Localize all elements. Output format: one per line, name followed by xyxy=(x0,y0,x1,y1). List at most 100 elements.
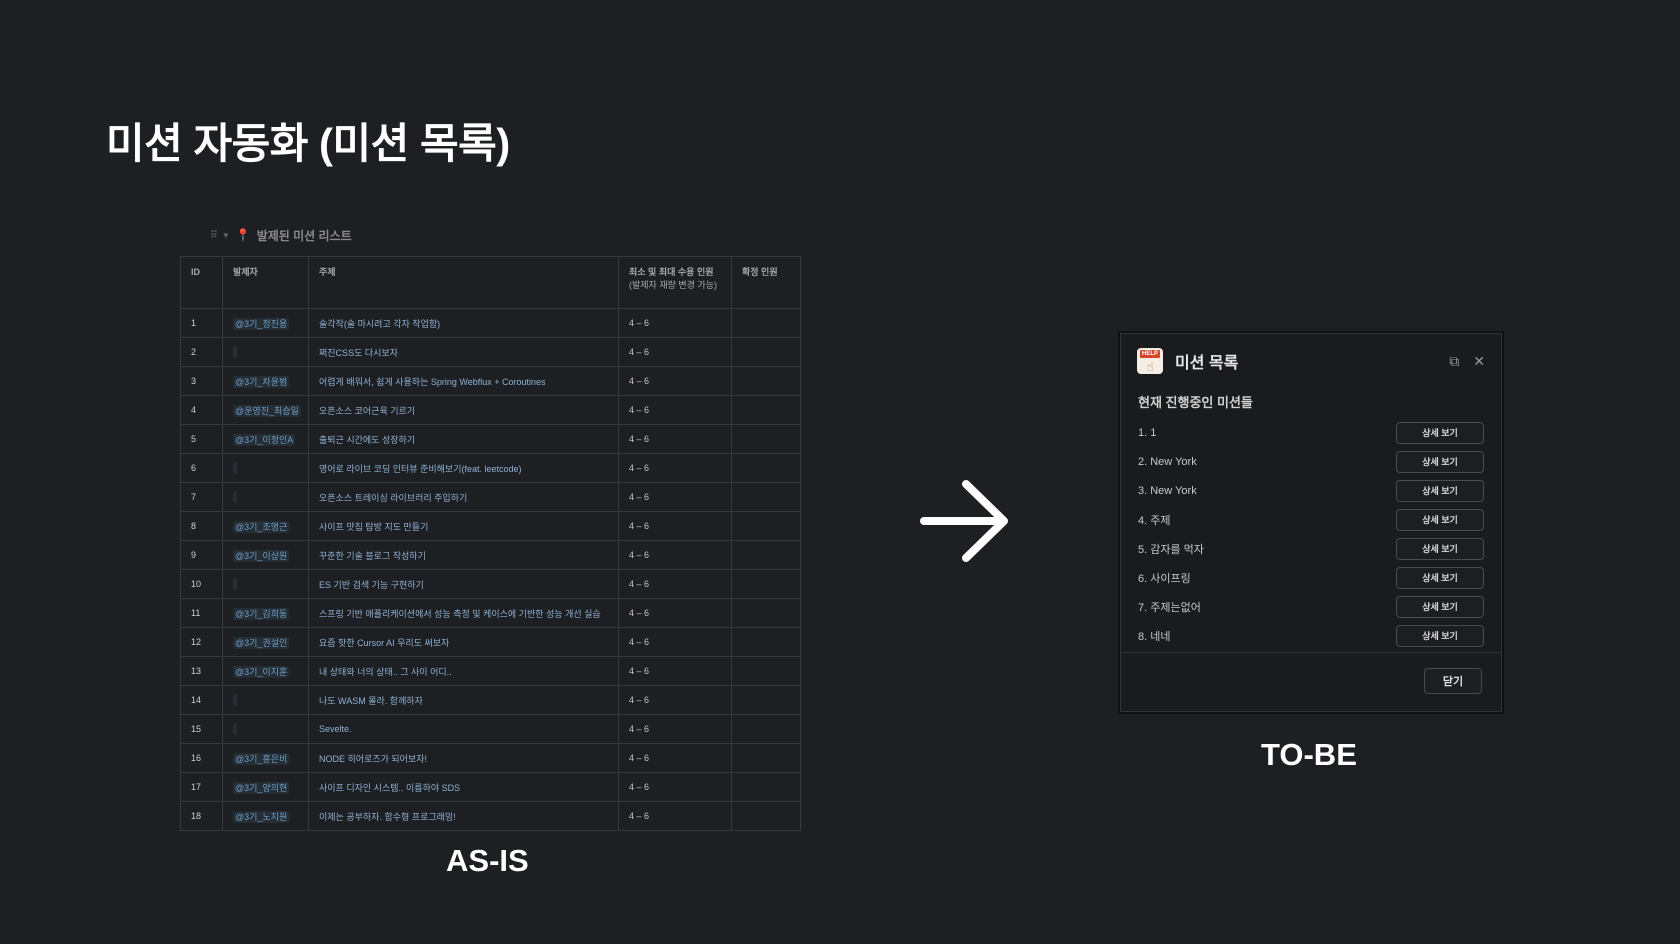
modal-header: HELP ☝ 미션 목록 ⧉ ✕ xyxy=(1137,346,1485,376)
view-details-button[interactable]: 상세 보기 xyxy=(1396,450,1484,473)
mention-tag[interactable]: @3기_김희동 xyxy=(233,607,290,620)
mention-tag[interactable]: @3기_차윤범 xyxy=(233,375,290,388)
drag-handle-icon[interactable]: ⠿ xyxy=(210,230,218,241)
table-row[interactable]: 16 @3기_홍은비 NODE 히어로즈가 되어보자! 4 – 6 xyxy=(180,743,801,773)
cell-topic[interactable]: ES 기반 검색 기능 구현하기 xyxy=(308,569,619,599)
mention-tag[interactable]: @3기_정진용 xyxy=(233,317,290,330)
cell-id: 9 xyxy=(180,540,223,570)
cell-author[interactable]: @운영진_최승일 xyxy=(222,395,309,425)
cell-id: 15 xyxy=(180,714,223,744)
cell-topic[interactable]: 꾸준한 기술 블로그 작성하기 xyxy=(308,540,619,570)
mention-tag[interactable] xyxy=(233,462,237,474)
mission-table: ID 발제자 주제 최소 및 최대 수용 인원 (발제자 재량 변경 가능) 확… xyxy=(180,256,801,831)
table-row[interactable]: 9 @3기_이상원 꾸준한 기술 블로그 작성하기 4 – 6 xyxy=(180,540,801,570)
cell-topic[interactable]: Sevelte. xyxy=(308,714,619,744)
table-row[interactable]: 6 영어로 라이브 코딩 인터뷰 준비해보기(feat. leetcode) 4 –… xyxy=(180,453,801,483)
table-header-row: ID 발제자 주제 최소 및 최대 수용 인원 (발제자 재량 변경 가능) 확… xyxy=(180,256,801,309)
table-row[interactable]: 7 오픈소스 트레이싱 라이브러리 주입하기 4 – 6 xyxy=(180,482,801,512)
col-header-range-line1: 최소 및 최대 수용 인원 xyxy=(629,267,714,277)
caret-down-icon[interactable]: ▼ xyxy=(222,231,230,240)
mission-name: 6. 사이프링 xyxy=(1138,572,1191,585)
col-header-id: ID xyxy=(180,256,223,309)
cell-author[interactable]: @3기_조명근 xyxy=(222,511,309,541)
mention-tag[interactable]: @3기_홍은비 xyxy=(233,752,290,765)
mention-tag[interactable]: @3기_이상원 xyxy=(233,549,290,562)
cell-author[interactable]: @3기_이상원 xyxy=(222,540,309,570)
view-details-button[interactable]: 상세 보기 xyxy=(1396,508,1484,531)
table-row[interactable]: 15 Sevelte. 4 – 6 xyxy=(180,714,801,744)
cell-author[interactable]: @3기_양의현 xyxy=(222,772,309,802)
close-button[interactable]: 닫기 xyxy=(1424,668,1482,694)
cell-topic[interactable]: 요즘 핫한 Cursor AI 우리도 써보자 xyxy=(308,627,619,657)
cell-topic[interactable]: 오픈소스 트레이싱 라이브러리 주입하기 xyxy=(308,482,619,512)
mention-tag[interactable]: @3기_권설인 xyxy=(233,636,290,649)
table-row[interactable]: 5 @3기_이정인A 출퇴근 시간에도 성장하기 4 – 6 xyxy=(180,424,801,454)
cell-topic[interactable]: 영어로 라이브 코딩 인터뷰 준비해보기(feat. leetcode) xyxy=(308,453,619,483)
table-row[interactable]: 12 @3기_권설인 요즘 핫한 Cursor AI 우리도 써보자 4 – 6 xyxy=(180,627,801,657)
table-row[interactable]: 2 쩌진CSS도 다시보자 4 – 6 xyxy=(180,337,801,367)
cell-topic[interactable]: 이제는 공부하자. 함수형 프로그래밍! xyxy=(308,801,619,831)
view-details-button[interactable]: 상세 보기 xyxy=(1396,479,1484,502)
mention-tag[interactable]: @운영진_최승일 xyxy=(233,404,301,417)
mention-tag[interactable]: @3기_노지원 xyxy=(233,810,290,823)
table-row[interactable]: 3 @3기_차윤범 어렵게 배워서, 쉽게 사용하는 Spring Webflux … xyxy=(180,366,801,396)
mention-tag[interactable]: @3기_이지훈 xyxy=(233,665,290,678)
mention-tag[interactable]: @3기_이정인A xyxy=(233,433,296,446)
cell-topic[interactable]: NODE 히어로즈가 되어보자! xyxy=(308,743,619,773)
cell-author[interactable]: @3기_노지원 xyxy=(222,801,309,831)
mission-item: 3. New York 상세 보기 xyxy=(1138,476,1484,505)
col-header-confirmed: 확정 인원 xyxy=(731,256,801,309)
cell-topic[interactable]: 내 상태와 너의 상태.. 그 사이 어디.. xyxy=(308,656,619,686)
cell-topic[interactable]: 어렵게 배워서, 쉽게 사용하는 Spring Webflux + Corout… xyxy=(308,366,619,396)
cell-author[interactable] xyxy=(222,714,309,744)
view-details-button[interactable]: 상세 보기 xyxy=(1396,624,1484,647)
cell-topic[interactable]: 오픈소스 코어근육 기르기 xyxy=(308,395,619,425)
cell-author[interactable]: @3기_홍은비 xyxy=(222,743,309,773)
cell-topic[interactable]: 술각작(술 마시려고 각자 작업함) xyxy=(308,308,619,338)
cell-topic[interactable]: 출퇴근 시간에도 성장하기 xyxy=(308,424,619,454)
cell-range: 4 – 6 xyxy=(618,337,732,367)
cell-topic[interactable]: 사이프 맛집 탐방 지도 만들기 xyxy=(308,511,619,541)
cell-author[interactable]: @3기_이정인A xyxy=(222,424,309,454)
cell-author[interactable] xyxy=(222,685,309,715)
table-row[interactable]: 8 @3기_조명근 사이프 맛집 탐방 지도 만들기 4 – 6 xyxy=(180,511,801,541)
cell-author[interactable] xyxy=(222,337,309,367)
cell-author[interactable] xyxy=(222,482,309,512)
cell-topic[interactable]: 스프링 기반 애플리케이션에서 성능 측정 및 케이스에 기반한 성능 개선 실… xyxy=(308,598,619,628)
mention-tag[interactable]: @3기_조명근 xyxy=(233,520,290,533)
cell-topic[interactable]: 나도 WASM 몰라. 함께하자 xyxy=(308,685,619,715)
cell-id: 6 xyxy=(180,453,223,483)
cell-topic[interactable]: 쩌진CSS도 다시보자 xyxy=(308,337,619,367)
view-details-button[interactable]: 상세 보기 xyxy=(1396,537,1484,560)
mention-tag[interactable] xyxy=(233,491,237,503)
mention-tag[interactable] xyxy=(233,346,237,358)
table-row[interactable]: 17 @3기_양의현 사이프 디자인 시스템.. 이름하야 SDS 4 – 6 xyxy=(180,772,801,802)
cell-range: 4 – 6 xyxy=(618,511,732,541)
cell-author[interactable]: @3기_차윤범 xyxy=(222,366,309,396)
cell-author[interactable] xyxy=(222,569,309,599)
mission-list: 1. 1 상세 보기 2. New York 상세 보기 3. New York 상세 보… xyxy=(1138,418,1484,650)
table-row[interactable]: 10 ES 기반 검색 기능 구현하기 4 – 6 xyxy=(180,569,801,599)
cell-author[interactable]: @3기_김희동 xyxy=(222,598,309,628)
cell-author[interactable] xyxy=(222,453,309,483)
cell-author[interactable]: @3기_이지훈 xyxy=(222,656,309,686)
table-row[interactable]: 11 @3기_김희동 스프링 기반 애플리케이션에서 성능 측정 및 케이스에 기반… xyxy=(180,598,801,628)
table-row[interactable]: 4 @운영진_최승일 오픈소스 코어근육 기르기 4 – 6 xyxy=(180,395,801,425)
open-external-icon[interactable]: ⧉ xyxy=(1449,353,1459,370)
table-row[interactable]: 1 @3기_정진용 술각작(술 마시려고 각자 작업함) 4 – 6 xyxy=(180,308,801,338)
view-details-button[interactable]: 상세 보기 xyxy=(1396,421,1484,444)
table-row[interactable]: 14 나도 WASM 몰라. 함께하자 4 – 6 xyxy=(180,685,801,715)
cell-topic[interactable]: 사이프 디자인 시스템.. 이름하야 SDS xyxy=(308,772,619,802)
mention-tag[interactable] xyxy=(233,578,237,590)
cell-author[interactable]: @3기_권설인 xyxy=(222,627,309,657)
view-details-button[interactable]: 상세 보기 xyxy=(1396,566,1484,589)
table-row[interactable]: 18 @3기_노지원 이제는 공부하자. 함수형 프로그래밍! 4 – 6 xyxy=(180,801,801,831)
close-icon[interactable]: ✕ xyxy=(1473,353,1485,370)
mention-tag[interactable] xyxy=(233,694,237,706)
cell-id: 1 xyxy=(180,308,223,338)
mention-tag[interactable] xyxy=(233,723,237,735)
mention-tag[interactable]: @3기_양의현 xyxy=(233,781,290,794)
table-row[interactable]: 13 @3기_이지훈 내 상태와 너의 상태.. 그 사이 어디.. 4 – 6 xyxy=(180,656,801,686)
view-details-button[interactable]: 상세 보기 xyxy=(1396,595,1484,618)
cell-author[interactable]: @3기_정진용 xyxy=(222,308,309,338)
